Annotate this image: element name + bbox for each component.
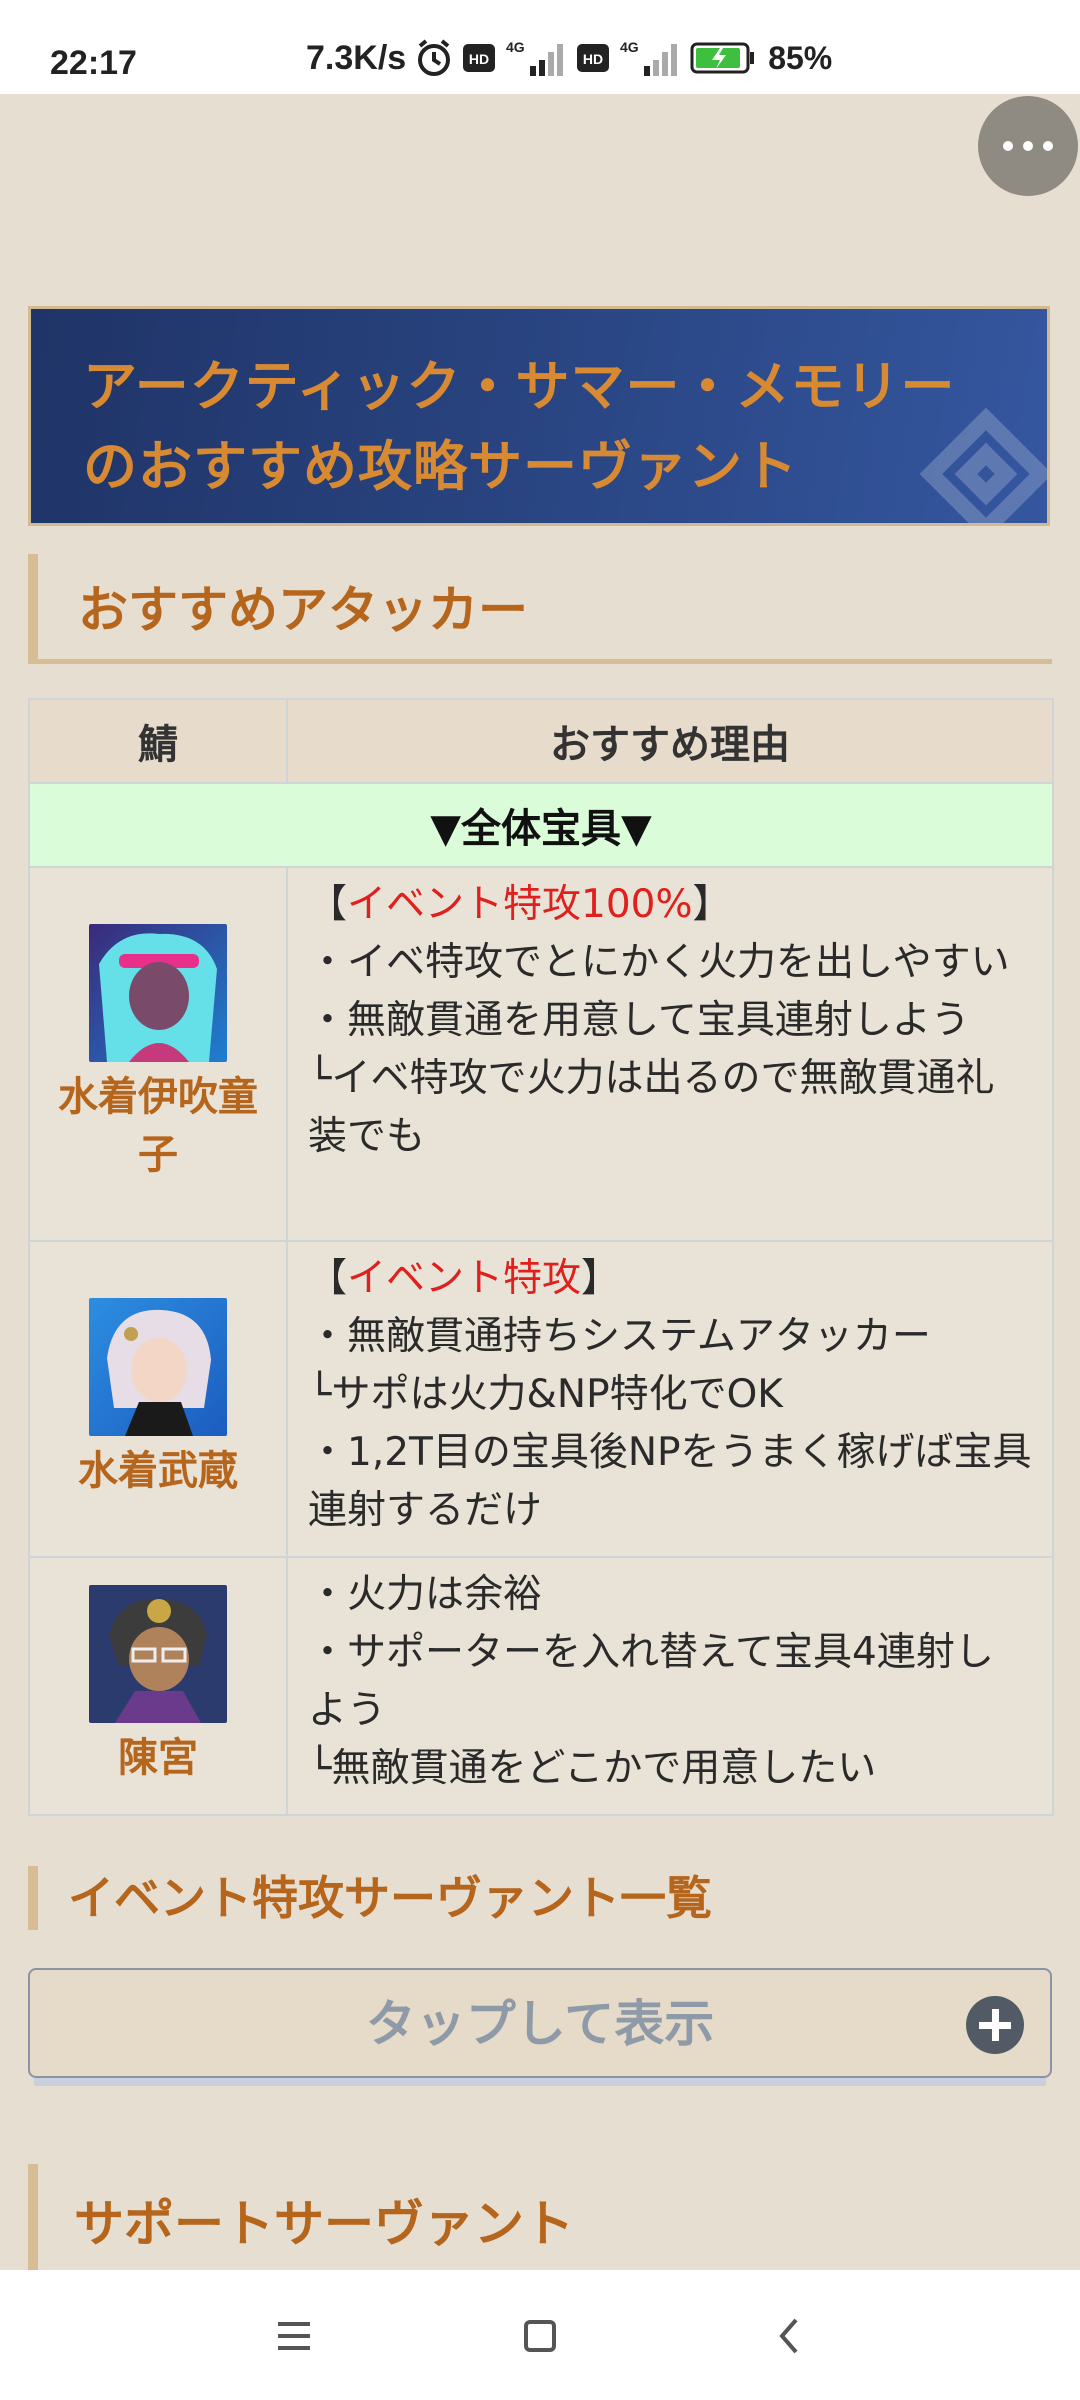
- bracket-open: 【: [308, 1256, 348, 1301]
- header-reason: おすすめ理由: [286, 698, 1054, 784]
- servant-avatar-ibuki[interactable]: [89, 924, 227, 1062]
- more-options-button[interactable]: [978, 96, 1078, 196]
- bracket-close: 】: [581, 1256, 621, 1301]
- servant-cell[interactable]: 水着伊吹童子: [28, 866, 288, 1242]
- servant-cell[interactable]: 水着武蔵: [28, 1240, 288, 1558]
- bracket-open: 【: [308, 882, 348, 927]
- battery-icon: [690, 42, 756, 74]
- reason-line: ・無敵貫通を用意して宝具連射しよう: [308, 998, 970, 1043]
- status-time: 22:17: [50, 44, 137, 82]
- servant-avatar-chen-gong[interactable]: [89, 1585, 227, 1723]
- servant-name[interactable]: 水着武蔵: [31, 1442, 285, 1500]
- status-icons: 7.3K/s HD 4G HD 4G 85%: [306, 38, 832, 78]
- signal-label-1: 4G: [506, 39, 525, 55]
- hd-badge-icon: HD: [462, 43, 496, 73]
- section-heading-event-servants: イベント特攻サーヴァント一覧: [28, 1866, 1052, 1930]
- back-icon[interactable]: [760, 2306, 820, 2366]
- system-nav-bar: [0, 2270, 1080, 2400]
- reason-cell: ・火力は余裕 ・サポーターを入れ替えて宝具4連射しよう └無敵貫通をどこかで用意…: [286, 1556, 1054, 1816]
- event-banner: アークティック・サマー・メモリーのおすすめ攻略サーヴァント: [28, 306, 1050, 526]
- signal-label-2: 4G: [620, 39, 639, 55]
- hd-label-1: HD: [469, 51, 489, 67]
- highlight-text: イベント特攻100%: [347, 882, 693, 927]
- servant-name[interactable]: 陳宮: [31, 1729, 285, 1787]
- reason-cell: 【イベント特攻100%】 ・イベ特攻でとにかく火力を出しやすい ・無敵貫通を用意…: [286, 866, 1054, 1242]
- dot-icon: [1023, 141, 1033, 151]
- servant-avatar-musashi[interactable]: [89, 1298, 227, 1436]
- network-speed: 7.3K/s: [306, 38, 407, 77]
- reason-line: ・火力は余裕: [308, 1572, 543, 1617]
- table-row: 水着伊吹童子 【イベント特攻100%】 ・イベ特攻でとにかく火力を出しやすい ・…: [28, 866, 1054, 1242]
- group-row: ▼全体宝具▼: [28, 782, 1054, 868]
- battery-percent: 85%: [768, 39, 833, 76]
- servant-name[interactable]: 水着伊吹童子: [31, 1068, 285, 1184]
- home-icon[interactable]: [510, 2306, 570, 2366]
- reason-line: └イベ特攻で火力は出るので無敵貫通礼装でも: [308, 1056, 995, 1159]
- menu-icon[interactable]: [264, 2306, 324, 2366]
- tap-to-expand-button[interactable]: タップして表示: [28, 1968, 1052, 2078]
- crest-icon: [919, 407, 1047, 523]
- section-heading-support: サポートサーヴァント: [28, 2164, 1052, 2270]
- plus-icon[interactable]: [966, 1996, 1024, 2054]
- reason-line: ・サポーターを入れ替えて宝具4連射しよう: [308, 1630, 994, 1733]
- dot-icon: [1043, 141, 1053, 151]
- bracket-close: 】: [692, 882, 732, 927]
- reason-line: ・イベ特攻でとにかく火力を出しやすい: [308, 940, 1010, 985]
- reason-cell: 【イベント特攻】 ・無敵貫通持ちシステムアタッカー └サポは火力&NP特化でOK…: [286, 1240, 1054, 1558]
- signal-icon-2: 4G: [618, 38, 682, 78]
- section-heading-attackers: おすすめアタッカー: [28, 554, 1052, 664]
- table-header-row: 鯖 おすすめ理由: [28, 698, 1054, 784]
- hd-badge-icon: HD: [576, 43, 610, 73]
- dot-icon: [1003, 141, 1013, 151]
- header-servant: 鯖: [28, 698, 288, 784]
- reason-line: 【イベント特攻100%】: [308, 876, 1032, 934]
- signal-icon-1: 4G: [504, 38, 568, 78]
- reason-line: ・無敵貫通持ちシステムアタッカー: [308, 1314, 931, 1359]
- alarm-icon: [414, 38, 454, 78]
- hd-label-2: HD: [583, 51, 603, 67]
- table-row: 陳宮 ・火力は余裕 ・サポーターを入れ替えて宝具4連射しよう └無敵貫通をどこか…: [28, 1556, 1054, 1816]
- reason-line: └サポは火力&NP特化でOK: [308, 1372, 783, 1417]
- servant-cell[interactable]: 陳宮: [28, 1556, 288, 1816]
- reason-line: ・1,2T目の宝具後NPをうまく稼げば宝具連射するだけ: [308, 1430, 1032, 1533]
- reason-line: 【イベント特攻】: [308, 1250, 1032, 1308]
- attacker-table: 鯖 おすすめ理由 ▼全体宝具▼ 水着伊吹童子 【イベント特攻100%】 ・イベ特…: [28, 698, 1054, 1816]
- group-label: ▼全体宝具▼: [28, 782, 1054, 868]
- status-bar: 22:17 7.3K/s HD 4G HD 4G 85%: [0, 0, 1080, 94]
- tap-label: タップして表示: [365, 1995, 715, 2053]
- reason-line: └無敵貫通をどこかで用意したい: [308, 1746, 877, 1791]
- table-row: 水着武蔵 【イベント特攻】 ・無敵貫通持ちシステムアタッカー └サポは火力&NP…: [28, 1240, 1054, 1558]
- highlight-text: イベント特攻: [347, 1256, 582, 1301]
- web-page[interactable]: アークティック・サマー・メモリーのおすすめ攻略サーヴァント おすすめアタッカー …: [0, 94, 1080, 2270]
- banner-title: アークティック・サマー・メモリーのおすすめ攻略サーヴァント: [83, 355, 956, 498]
